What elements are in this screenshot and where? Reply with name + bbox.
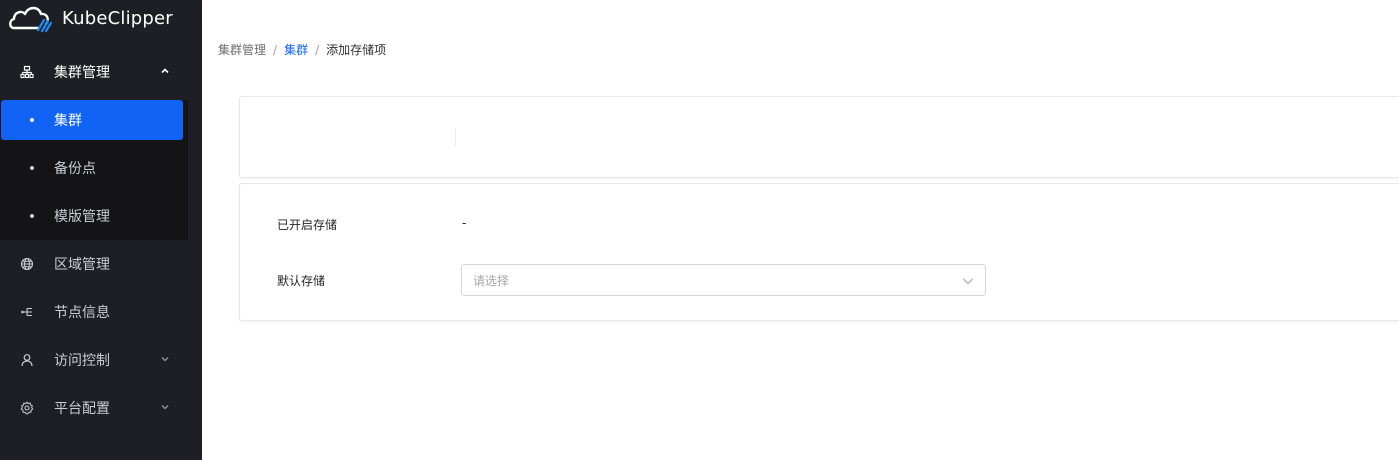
sidebar-item-label: 平台配置 <box>54 401 110 417</box>
app-name: KubeClipper <box>62 7 173 29</box>
breadcrumb-current: 添加存储项 <box>326 43 387 57</box>
chevron-down-icon <box>963 278 973 285</box>
kubeclipper-logo-icon <box>9 6 53 33</box>
sidebar-item-label: 节点信息 <box>54 305 110 321</box>
sidebar-item-label: 访问控制 <box>54 353 110 369</box>
breadcrumb-root[interactable]: 集群管理 <box>218 41 266 58</box>
chevron-up-icon <box>161 68 169 74</box>
sidebar-item-node-info[interactable]: 节点信息 <box>0 288 202 336</box>
storage-form-card: 已开启存储 - 默认存储 请选择 <box>239 183 1399 321</box>
sidebar: KubeClipper 集群管理 集群 备份点 模版管理 区域管理 节点信息 访… <box>0 0 202 460</box>
sidebar-item-access-control[interactable]: 访问控制 <box>0 336 202 384</box>
sidebar-item-region-management[interactable]: 区域管理 <box>0 240 202 288</box>
sidebar-item-label: 集群管理 <box>54 65 110 81</box>
sidebar-item-platform-config[interactable]: 平台配置 <box>0 384 202 432</box>
user-icon <box>20 353 34 367</box>
breadcrumb: 集群管理 / 集群 / 添加存储项 <box>218 41 386 58</box>
main-content: 集群管理 / 集群 / 添加存储项 已开启存储 - 默认存储 请选择 <box>202 24 1399 460</box>
sidebar-item-label: 区域管理 <box>54 257 110 273</box>
enabled-storage-label: 已开启存储 <box>277 218 338 232</box>
breadcrumb-separator: / <box>273 42 278 57</box>
header-card <box>239 96 1399 178</box>
select-placeholder: 请选择 <box>473 273 510 288</box>
bullet-icon <box>30 214 34 218</box>
breadcrumb-cluster-link[interactable]: 集群 <box>284 41 308 58</box>
enabled-storage-value: - <box>462 216 467 230</box>
sidebar-subitem-label: 集群 <box>54 113 82 129</box>
cluster-submenu: 集群 备份点 模版管理 <box>0 100 188 240</box>
sidebar-menu: 集群管理 集群 备份点 模版管理 区域管理 节点信息 访问控制 平台配置 <box>0 48 202 432</box>
default-storage-select[interactable]: 请选择 <box>461 264 986 296</box>
sidebar-subitem-template-management[interactable]: 模版管理 <box>0 192 188 240</box>
chevron-down-icon <box>161 356 169 362</box>
default-storage-label: 默认存储 <box>277 274 326 288</box>
node-icon <box>20 305 34 319</box>
globe-icon <box>20 257 34 271</box>
sidebar-item-cluster-management[interactable]: 集群管理 <box>0 48 202 96</box>
logo[interactable]: KubeClipper <box>0 0 202 36</box>
sidebar-subitem-label: 备份点 <box>54 161 96 177</box>
bullet-icon <box>30 166 34 170</box>
bullet-icon <box>30 118 34 122</box>
sidebar-subitem-cluster[interactable]: 集群 <box>1 100 183 140</box>
divider <box>455 128 456 146</box>
sidebar-subitem-backup-point[interactable]: 备份点 <box>0 144 188 192</box>
sidebar-subitem-label: 模版管理 <box>54 209 110 225</box>
cluster-icon <box>20 65 34 79</box>
gear-icon <box>20 401 34 415</box>
top-header-bar <box>202 0 1399 24</box>
chevron-down-icon <box>161 404 169 410</box>
breadcrumb-separator: / <box>315 42 320 57</box>
